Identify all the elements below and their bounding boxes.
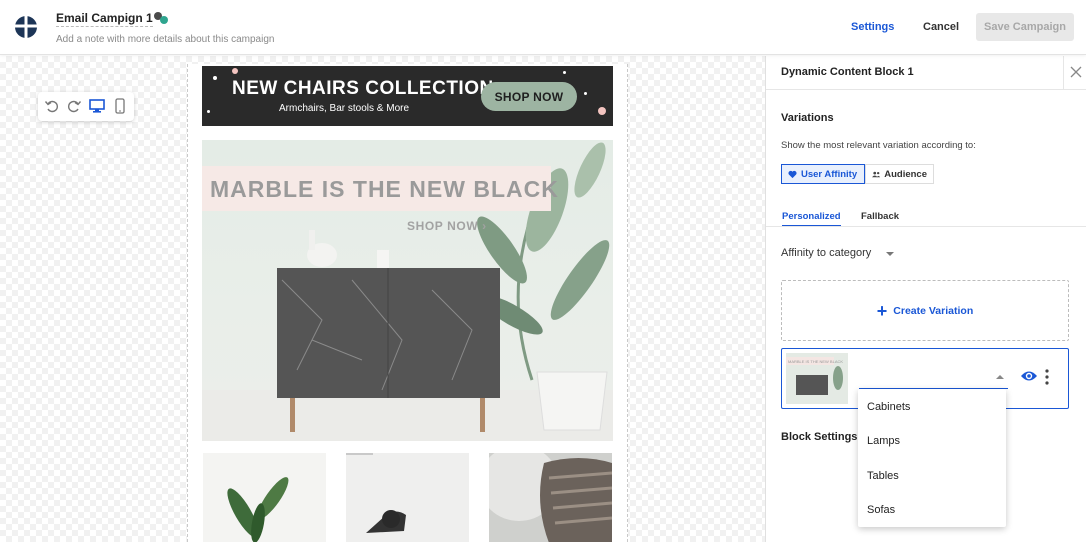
- top-bar: Email Campign 1 Add a note with more det…: [0, 0, 1086, 55]
- rug-image-icon: [489, 453, 612, 542]
- variations-heading: Variations: [781, 112, 834, 124]
- campaign-title[interactable]: Email Campign 1: [56, 11, 153, 27]
- banner-dot: [563, 71, 566, 74]
- variation-thumb-headline: MARBLE IS THE NEW BLACK: [788, 359, 843, 364]
- undo-icon[interactable]: [44, 98, 60, 114]
- product-thumb-plant[interactable]: [203, 453, 326, 542]
- banner-dot: [213, 76, 217, 80]
- eye-icon[interactable]: [1020, 369, 1038, 383]
- dropdown-option-sofas[interactable]: Sofas: [867, 504, 895, 516]
- caret-down-icon: [886, 252, 894, 256]
- redo-icon[interactable]: [66, 98, 82, 114]
- banner-title: NEW CHAIRS COLLECTION: [232, 78, 494, 99]
- plus-icon: +: [876, 300, 888, 321]
- email-preview: NEW CHAIRS COLLECTION Armchairs, Bar sto…: [187, 64, 628, 542]
- caret-up-icon: [996, 375, 1004, 379]
- category-dropdown-menu: Cabinets Lamps Tables Sofas: [858, 389, 1006, 527]
- block-settings-heading: Block Settings (: [781, 431, 865, 443]
- hero-image[interactable]: MARBLE IS THE NEW BLACK SHOP NOW ›: [202, 140, 613, 441]
- dropdown-option-cabinets[interactable]: Cabinets: [867, 401, 910, 413]
- category-select[interactable]: [859, 368, 1008, 389]
- save-campaign-button[interactable]: Save Campaign: [976, 13, 1074, 41]
- people-icon: [872, 171, 881, 177]
- segment-user-affinity[interactable]: User Affinity: [781, 164, 865, 184]
- panel-title: Dynamic Content Block 1: [781, 66, 914, 78]
- close-panel-button[interactable]: [1063, 56, 1086, 90]
- banner-dot: [207, 110, 210, 113]
- banner-dot: [598, 107, 606, 115]
- close-icon[interactable]: [1064, 56, 1086, 90]
- hero-headline: MARBLE IS THE NEW BLACK: [210, 176, 559, 202]
- app-logo-icon: [15, 16, 37, 38]
- view-toolbar: [38, 92, 134, 121]
- campaign-note[interactable]: Add a note with more details about this …: [56, 34, 274, 45]
- tab-personalized[interactable]: Personalized: [782, 211, 841, 227]
- tab-fallback[interactable]: Fallback: [861, 211, 899, 222]
- more-vertical-icon[interactable]: [1042, 369, 1052, 385]
- chairs-banner[interactable]: NEW CHAIRS COLLECTION Armchairs, Bar sto…: [202, 66, 613, 126]
- editor-canvas: NEW CHAIRS COLLECTION Armchairs, Bar sto…: [0, 56, 765, 542]
- segment-audience[interactable]: Audience: [865, 164, 934, 184]
- tabs-divider: [766, 226, 1086, 227]
- plant-image-icon: [227, 477, 289, 542]
- create-variation-label: Create Variation: [893, 304, 974, 317]
- hero-shop-link[interactable]: SHOP NOW ›: [407, 219, 487, 233]
- panel-header: Dynamic Content Block 1: [766, 56, 1086, 90]
- banner-subtitle: Armchairs, Bar stools & More: [279, 103, 410, 114]
- heart-icon: [788, 170, 797, 178]
- affinity-select[interactable]: Affinity to category: [781, 247, 899, 265]
- affinity-select-value: Affinity to category: [781, 247, 872, 259]
- variation-thumbnail-image: MARBLE IS THE NEW BLACK: [786, 353, 848, 404]
- segment-label: User Affinity: [801, 168, 858, 180]
- banner-shop-button[interactable]: SHOP NOW: [481, 82, 577, 111]
- banner-dot: [232, 68, 238, 74]
- variation-thumbnail: MARBLE IS THE NEW BLACK: [786, 353, 848, 404]
- create-variation-button[interactable]: + Create Variation: [781, 280, 1069, 341]
- cancel-button[interactable]: Cancel: [923, 21, 959, 33]
- dropdown-option-tables[interactable]: Tables: [867, 470, 899, 482]
- lamp-image-icon: [346, 453, 406, 533]
- settings-button[interactable]: Settings: [851, 21, 894, 33]
- segment-label: Audience: [884, 168, 927, 180]
- banner-dot: [584, 92, 587, 95]
- mobile-icon[interactable]: [112, 98, 128, 114]
- product-thumb-lamp[interactable]: [346, 453, 469, 542]
- desktop-icon[interactable]: [89, 98, 105, 114]
- campaign-status-icon: [154, 12, 168, 24]
- variations-description: Show the most relevant variation accordi…: [781, 140, 976, 151]
- dropdown-option-lamps[interactable]: Lamps: [867, 435, 900, 447]
- product-thumb-rug[interactable]: [489, 453, 612, 542]
